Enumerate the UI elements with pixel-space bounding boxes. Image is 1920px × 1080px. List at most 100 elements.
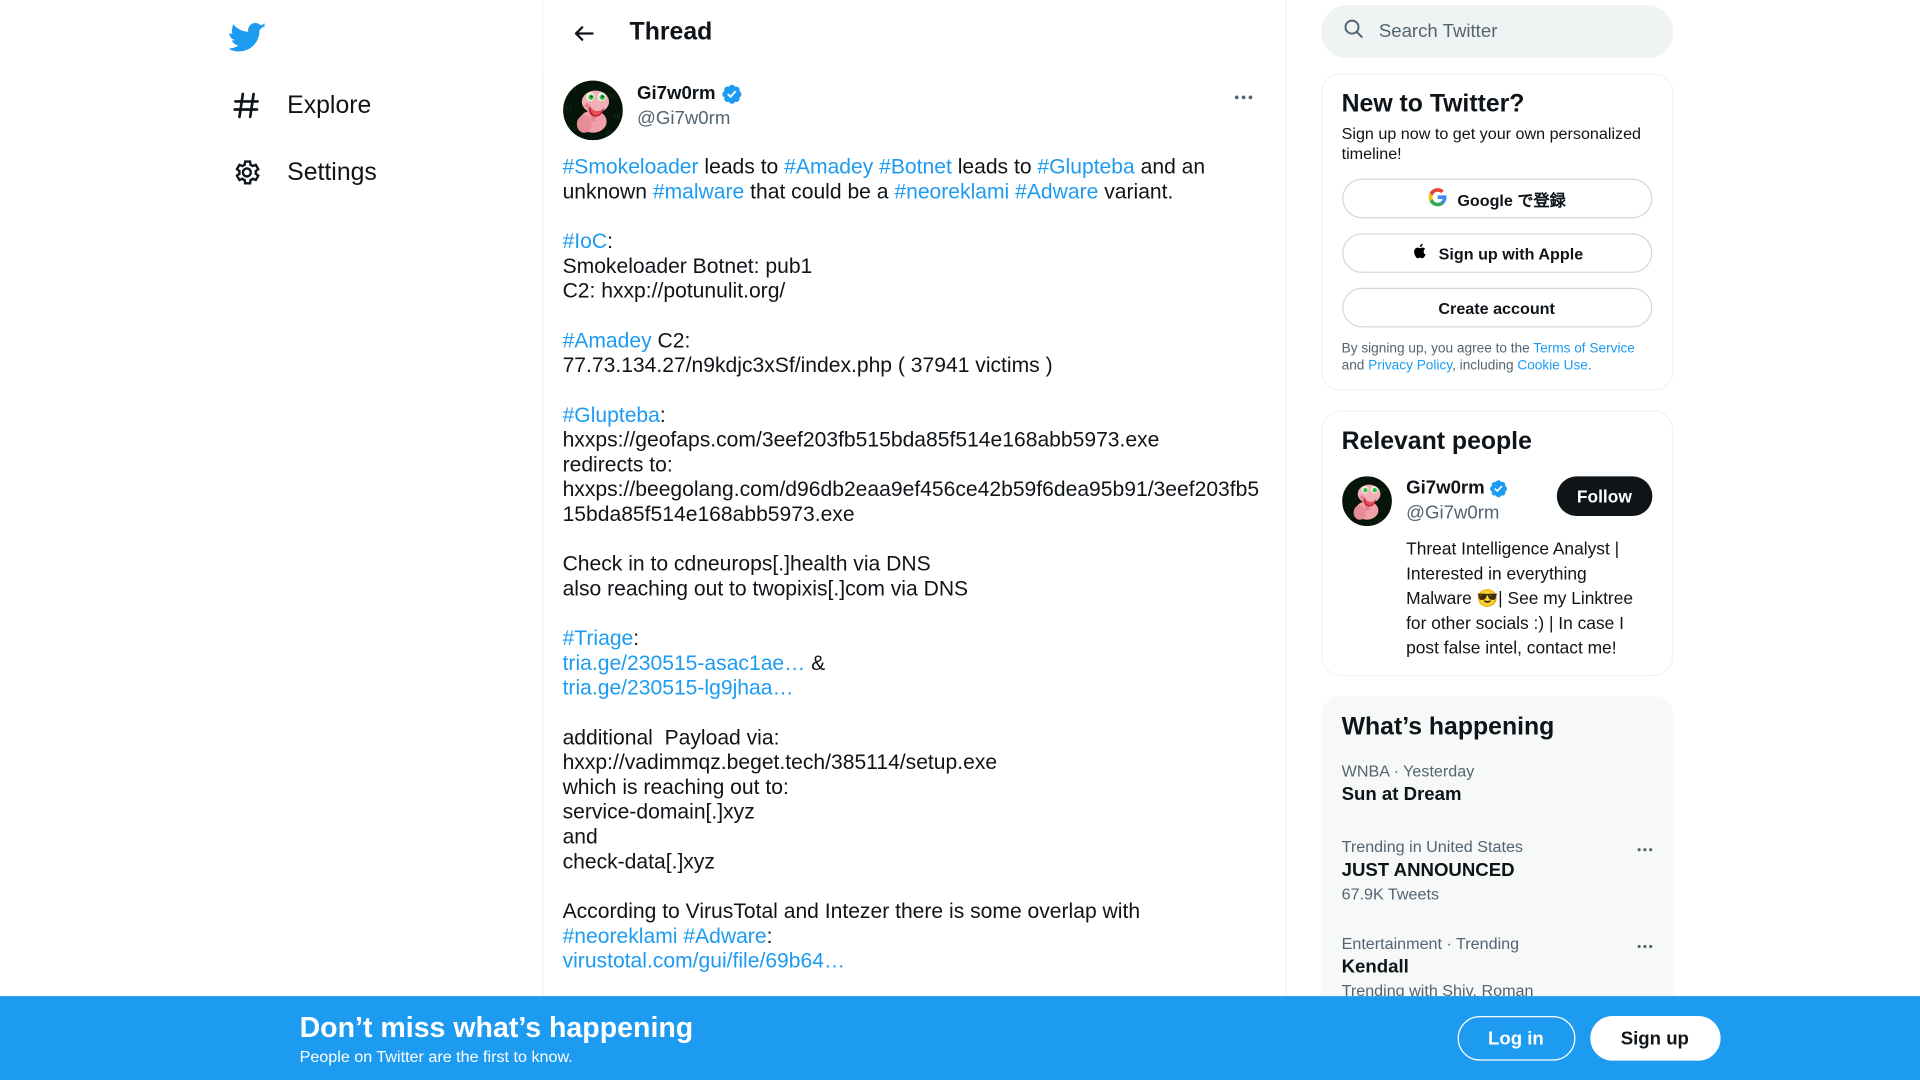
tweet-text-segment: and an [1134, 155, 1206, 179]
svg-text:010: 010 [605, 130, 616, 137]
tweet-line: #Smokeloader leads to #Amadey #Botnet le… [563, 155, 1265, 180]
hashtag-link[interactable]: #Adware [1015, 180, 1098, 204]
apple-signup-label: Sign up with Apple [1438, 243, 1584, 263]
hashtag-link[interactable]: #Smokeloader [563, 155, 699, 179]
tweet-line: #IoC: [563, 229, 1265, 254]
hashtag-link[interactable]: #neoreklami [563, 924, 678, 948]
privacy-policy-link[interactable]: Privacy Policy [1368, 359, 1452, 374]
hashtag-link[interactable]: #Triage [563, 626, 634, 650]
trend-item[interactable]: WNBA · Yesterday Sun at Dream [1322, 747, 1672, 823]
login-button[interactable]: Log in [1456, 1015, 1575, 1061]
tweet-text-segment: redirects to: [562, 452, 673, 477]
cookie-use-link[interactable]: Cookie Use [1517, 359, 1588, 374]
more-horizontal-icon[interactable] [1223, 76, 1265, 118]
svg-text:010: 010 [1377, 518, 1386, 524]
hashtag-link[interactable]: #Amadey [784, 155, 873, 179]
tweet-text-segment: leads to [951, 155, 1038, 179]
tweet-line: #neoreklami #Adware: [563, 924, 1265, 949]
create-account-label: Create account [1438, 298, 1555, 317]
tweet-line: tria.ge/230515-lg9jhaa… [563, 676, 1265, 701]
svg-text:01: 01 [564, 105, 572, 112]
relevant-people-title: Relevant people [1341, 427, 1532, 456]
twitter-thread-page: Explore Settings Thread 101 011 110 010 … [0, 0, 1920, 1080]
hashtag-link[interactable]: #Botnet [879, 155, 952, 179]
hashtag-link[interactable]: #IoC [563, 229, 608, 253]
left-sidebar: Explore Settings [200, 0, 541, 1080]
terms-of-service-link[interactable]: Terms of Service [1533, 341, 1635, 356]
google-signup-label: Google で登録 [1457, 190, 1566, 210]
tweet-line: also reaching out to twopixis[.]com via … [563, 577, 1265, 602]
more-horizontal-icon[interactable] [1627, 832, 1662, 867]
relevant-person-bio: Threat Intelligence Analyst | Interested… [1406, 538, 1634, 658]
relevant-person-row[interactable]: 101 011 110 010 Gi7w0rm @Gi7w0rm Follow [1322, 461, 1672, 540]
verified-badge-icon [721, 83, 743, 105]
tweet-line: #Triage: [563, 626, 1265, 651]
trend-name: JUST ANNOUNCED [1341, 859, 1515, 881]
verified-badge-icon [1488, 479, 1508, 499]
signup-button[interactable]: Sign up [1589, 1015, 1720, 1061]
tweet-text-segment: that could be a [744, 179, 895, 204]
tweet-line: 77.73.134.27/n9kdjc3xSf/index.php ( 3794… [563, 354, 1265, 379]
search-input[interactable] [1378, 21, 1652, 43]
tweet-text-segment: additional Payload via: [562, 725, 780, 750]
external-link[interactable]: tria.ge/230515-asac1ae… [563, 651, 806, 675]
right-sidebar: New to Twitter? Sign up now to get your … [1286, 0, 1720, 1080]
legal-prefix: By signing up, you agree to the [1341, 341, 1534, 357]
tweet-line: service-domain[.]xyz [563, 800, 1265, 825]
tweet-line: hxxp://vadimmqz.beget.tech/385114/setup.… [563, 751, 1265, 776]
twitter-bird-logo[interactable] [215, 5, 280, 70]
arrow-left-icon[interactable] [563, 12, 605, 54]
avatar[interactable]: 101 011 110 010 01 10 [562, 80, 623, 141]
apple-icon [1410, 242, 1429, 264]
external-link[interactable]: virustotal.com/gui/file/69b64… [563, 949, 846, 973]
signup-card-title: New to Twitter? [1341, 90, 1525, 118]
hashtag-link[interactable]: #neoreklami [894, 180, 1009, 204]
author-display-name[interactable]: Gi7w0rm [637, 82, 716, 107]
tweet-text-segment: Smokeloader Botnet: pub1 [562, 254, 813, 278]
tweet-line: Smokeloader Botnet: pub1 [563, 254, 1265, 279]
tweet-line: According to VirusTotal and Intezer ther… [563, 899, 1265, 924]
tweet-text-segment: and [562, 824, 598, 849]
gear-icon [230, 156, 262, 188]
hashtag-link[interactable]: #Glupteba [563, 403, 660, 427]
tweet-text-segment: check-data[.]xyz [562, 849, 715, 874]
tweet-text-segment: 77.73.134.27/n9kdjc3xSf/index.php ( 3794… [562, 353, 1053, 378]
legal-including: , including [1452, 358, 1518, 374]
trend-name: Sun at Dream [1341, 783, 1462, 806]
avatar[interactable]: 101 011 110 010 [1341, 476, 1392, 526]
hashtag-link[interactable]: #Adware [683, 924, 766, 948]
tweet-text-segment: C2: [651, 328, 691, 353]
apple-signup-button[interactable]: Sign up with Apple [1341, 233, 1652, 273]
sidebar-item-explore[interactable]: Explore [215, 74, 386, 136]
hashtag-link[interactable]: #Amadey [563, 329, 652, 353]
svg-text:101: 101 [565, 86, 576, 93]
search-box[interactable] [1320, 4, 1673, 59]
svg-text:10: 10 [612, 113, 620, 120]
create-account-button[interactable]: Create account [1341, 287, 1652, 328]
tweet-line: and [563, 825, 1265, 850]
tweet-text-segment: also reaching out to twopixis[.]com via … [562, 576, 969, 601]
external-link[interactable]: tria.ge/230515-lg9jhaa… [563, 676, 794, 700]
tweet-line: hxxps://geofaps.com/3eef203fb515bda85f51… [563, 428, 1265, 453]
tweet-text-segment: & [805, 651, 826, 675]
more-horizontal-icon[interactable] [1627, 929, 1662, 964]
hashtag-link[interactable]: #Glupteba [1037, 155, 1134, 179]
tweet-line: C2: hxxp://potunulit.org/ [563, 279, 1265, 304]
trend-category: WNBA · Yesterday [1341, 761, 1475, 781]
author-handle[interactable]: @Gi7w0rm [637, 107, 1208, 132]
hashtag-link[interactable]: #malware [653, 180, 744, 204]
google-signup-button[interactable]: Google で登録 [1341, 178, 1652, 219]
follow-button[interactable]: Follow [1557, 476, 1652, 517]
search-container [1320, 4, 1720, 59]
tweet-text-segment: hxxp://vadimmqz.beget.tech/385114/setup.… [562, 750, 998, 775]
tweet-text-segment: hxxps://beegolang.com/d96db2eaa9ef456ce4… [562, 477, 1260, 526]
trend-item[interactable]: Trending in United States JUST ANNOUNCED 6… [1322, 822, 1672, 919]
sidebar-item-settings[interactable]: Settings [215, 141, 391, 203]
tweet-text-segment: According to VirusTotal and Intezer ther… [562, 899, 1141, 923]
banner-actions: Log in Sign up [1456, 1015, 1720, 1061]
